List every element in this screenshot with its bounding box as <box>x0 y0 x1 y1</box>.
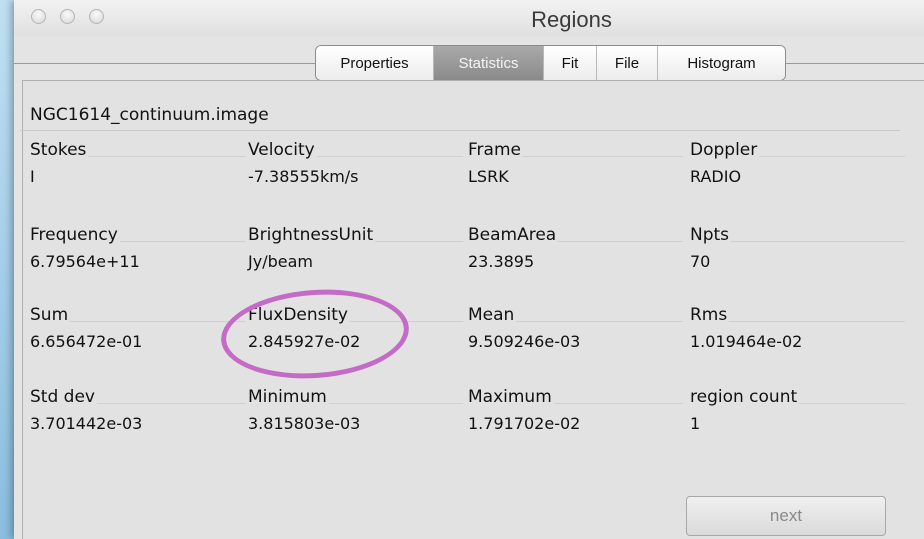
stat-value: 23.3895 <box>468 252 535 271</box>
stat-label: Npts <box>690 225 730 245</box>
tab-properties[interactable]: Properties <box>316 46 434 80</box>
stat-value: 3.815803e-03 <box>248 414 361 433</box>
stat-label: BeamArea <box>468 225 557 245</box>
stat-value: 9.509246e-03 <box>468 332 581 351</box>
stat-frame: Frame LSRK <box>468 140 683 186</box>
tab-statistics[interactable]: Statistics <box>434 46 544 80</box>
stat-value: 1.019464e-02 <box>690 332 803 351</box>
stat-sum: Sum 6.656472e-01 <box>30 305 245 351</box>
stat-frequency: Frequency 6.79564e+11 <box>30 225 245 271</box>
image-name: NGC1614_continuum.image <box>30 105 269 125</box>
tab-bar: Properties Statistics Fit File Histogram <box>315 45 786 81</box>
stat-label: Frame <box>468 140 521 160</box>
stat-maximum: Maximum 1.791702e-02 <box>468 387 683 433</box>
tab-fit[interactable]: Fit <box>544 46 597 80</box>
stat-value: 6.656472e-01 <box>30 332 143 351</box>
stat-minimum: Minimum 3.815803e-03 <box>248 387 463 433</box>
stat-value: LSRK <box>468 167 509 186</box>
stat-doppler: Doppler RADIO <box>690 140 905 186</box>
stat-label: Std dev <box>30 387 95 407</box>
stat-brightness-unit: BrightnessUnit Jy/beam <box>248 225 463 271</box>
stat-label: Maximum <box>468 387 552 407</box>
stat-value: -7.38555km/s <box>248 167 359 186</box>
window-title: Regions <box>531 7 612 32</box>
stat-label: Velocity <box>248 140 315 160</box>
title-bar[interactable]: Regions <box>14 0 924 36</box>
tab-histogram[interactable]: Histogram <box>658 46 785 80</box>
stat-label: Minimum <box>248 387 327 407</box>
stat-npts: Npts 70 <box>690 225 905 271</box>
stat-stokes: Stokes I <box>30 140 245 186</box>
stat-label: Sum <box>30 305 69 325</box>
next-button[interactable]: next <box>686 496 886 536</box>
stat-label: Frequency <box>30 225 118 245</box>
stat-value: 1.791702e-02 <box>468 414 581 433</box>
stat-label: region count <box>690 387 798 407</box>
stat-value: Jy/beam <box>248 252 313 271</box>
stat-beam-area: BeamArea 23.3895 <box>468 225 683 271</box>
stat-value: I <box>30 167 35 186</box>
stat-value: 6.79564e+11 <box>30 252 140 271</box>
stat-label: Mean <box>468 305 515 325</box>
stat-value: RADIO <box>690 167 742 186</box>
stat-value: 3.701442e-03 <box>30 414 143 433</box>
stat-label: Doppler <box>690 140 758 160</box>
stat-rms: Rms 1.019464e-02 <box>690 305 905 351</box>
stat-region-count: region count 1 <box>690 387 905 433</box>
tab-file[interactable]: File <box>597 46 658 80</box>
stat-mean: Mean 9.509246e-03 <box>468 305 683 351</box>
stat-label: BrightnessUnit <box>248 225 374 245</box>
stat-label: Rms <box>690 305 728 325</box>
stat-label: Stokes <box>30 140 87 160</box>
stat-value: 70 <box>690 252 711 271</box>
header-divider <box>20 130 900 131</box>
stat-velocity: Velocity -7.38555km/s <box>248 140 463 186</box>
stat-value: 1 <box>690 414 701 433</box>
stat-std-dev: Std dev 3.701442e-03 <box>30 387 245 433</box>
